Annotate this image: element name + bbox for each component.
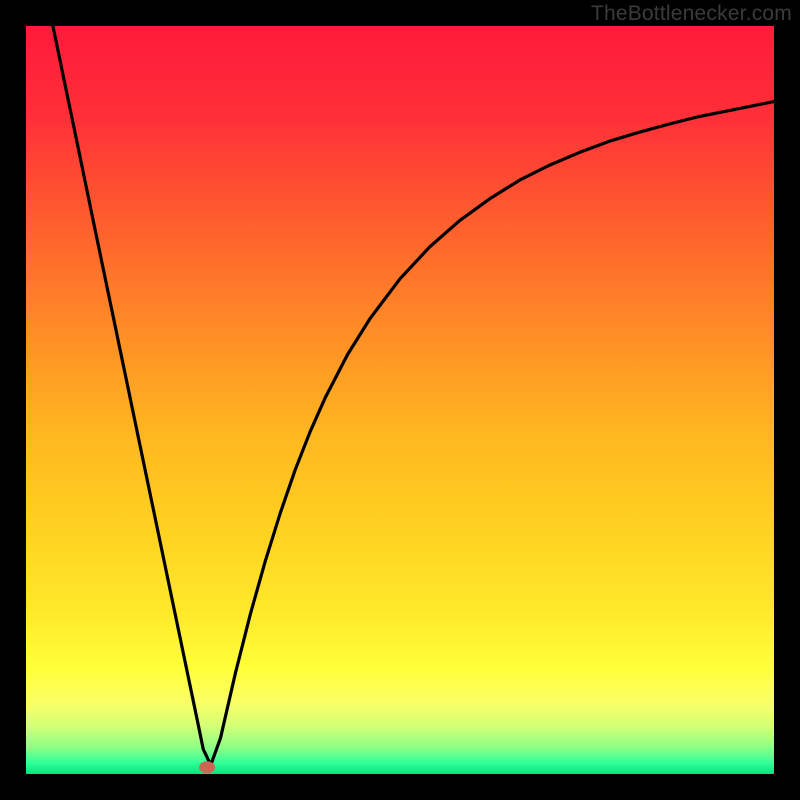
- chart-background: [26, 26, 774, 774]
- plot-area: [26, 26, 774, 774]
- watermark-label: TheBottlenecker.com: [591, 2, 792, 26]
- optimum-marker: [199, 761, 215, 773]
- chart-svg: [26, 26, 774, 774]
- chart-frame: TheBottlenecker.com: [0, 0, 800, 800]
